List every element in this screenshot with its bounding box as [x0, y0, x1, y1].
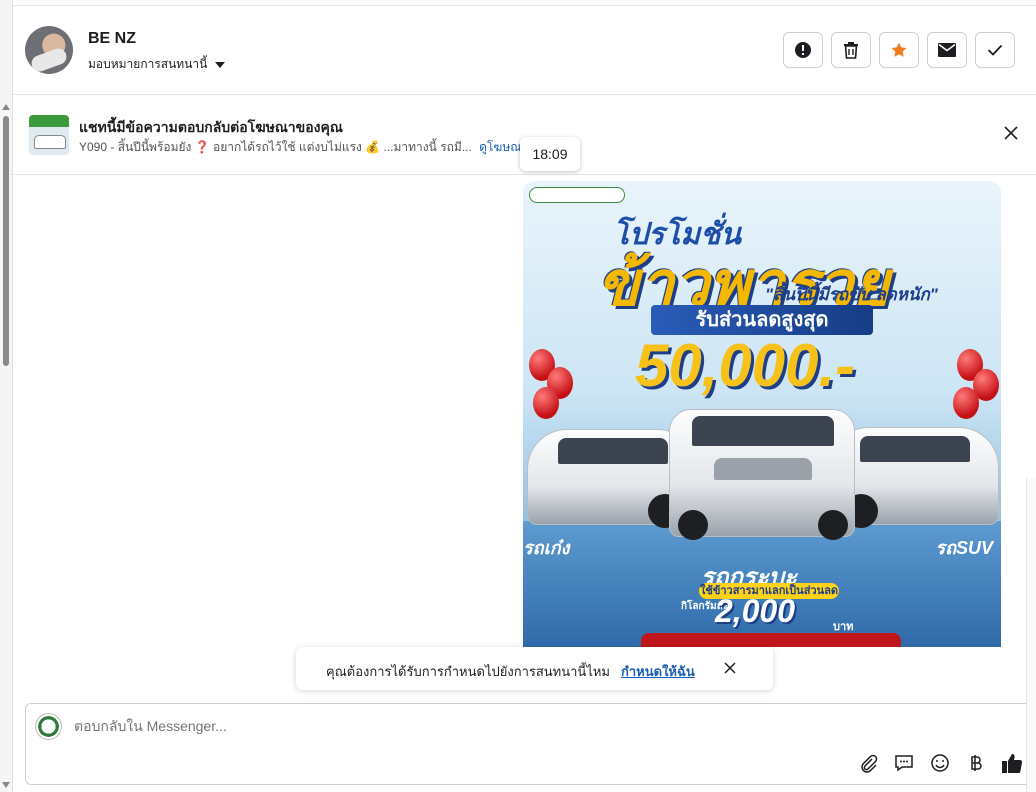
saved-reply-icon — [895, 755, 913, 772]
star-icon — [891, 42, 907, 57]
emoji-icon — [931, 754, 949, 772]
promo-tagline: "สิ้นปีนี้มีรถขับ ลดหนัก" — [765, 285, 938, 304]
check-icon — [987, 44, 1003, 56]
dealer-logo — [529, 187, 625, 203]
close-icon[interactable] — [1004, 126, 1018, 140]
timestamp-tooltip: 18:09 — [520, 137, 580, 171]
caret-down-icon — [215, 61, 226, 68]
close-icon[interactable] — [724, 662, 736, 674]
km-value: 2,000 — [715, 593, 796, 629]
emoji-button[interactable] — [929, 752, 951, 774]
saved-reply-button[interactable] — [893, 752, 915, 774]
ad-snippet: Y090 - สิ้นปีนี้พร้อมยัง ❓ อยากได้รถไว้ใ… — [79, 140, 472, 154]
avatar[interactable] — [25, 26, 73, 74]
toast-text: คุณต้องการได้รับการกำหนดไปยังการสนทนานี้… — [326, 664, 610, 679]
attachment-icon — [861, 754, 878, 773]
like-button[interactable] — [1001, 752, 1023, 774]
report-icon — [795, 42, 811, 58]
assign-prompt-toast: คุณต้องการได้รับการกำหนดไปยังการสนทนานี้… — [296, 647, 773, 690]
promo-date-bar — [641, 633, 901, 647]
delete-button[interactable] — [831, 32, 871, 68]
payment-button[interactable] — [965, 752, 987, 774]
sedan-label: รถเก๋ง — [523, 538, 570, 558]
assign-dropdown[interactable]: มอบหมายการสนทนานี้ — [88, 55, 226, 74]
scroll-thumb[interactable] — [3, 116, 9, 366]
promo-image-message[interactable]: โปรโมชั่น ข้าวพารวย "สิ้นปีนี้มีรถขับ ลด… — [523, 181, 1001, 647]
ad-thumbnail[interactable] — [29, 115, 69, 155]
ad-banner-text: Y090 - สิ้นปีนี้พร้อมยัง ❓ อยากได้รถไว้ใ… — [79, 138, 528, 157]
mark-unread-button[interactable] — [927, 32, 967, 68]
page-avatar — [35, 713, 62, 740]
mark-done-button[interactable] — [975, 32, 1015, 68]
composer-tools — [857, 752, 1023, 774]
scroll-up-arrow-icon[interactable] — [2, 104, 10, 110]
balloon-icon — [953, 387, 979, 419]
reply-input[interactable] — [74, 718, 774, 734]
left-scrollbar[interactable] — [0, 0, 13, 792]
report-button[interactable] — [783, 32, 823, 68]
reply-composer — [25, 703, 1036, 785]
conversation-header: BE NZ มอบหมายการสนทนานี้ — [13, 6, 1036, 95]
ad-banner-title: แชทนี้มีข้อความตอบกลับต่อโฆษณาของคุณ — [79, 119, 343, 135]
trash-icon — [844, 42, 858, 59]
assign-to-me-link[interactable]: กำหนดให้ฉัน — [621, 661, 695, 682]
suv-label: รถSUV — [935, 538, 993, 558]
mail-icon — [938, 43, 956, 57]
thumbs-up-icon — [1002, 754, 1023, 773]
star-button[interactable] — [879, 32, 919, 68]
header-actions — [783, 32, 1015, 68]
assign-label: มอบหมายการสนทนานี้ — [88, 57, 208, 71]
baht-icon — [971, 755, 982, 771]
user-name[interactable]: BE NZ — [88, 30, 136, 48]
pickup-truck — [669, 409, 855, 540]
attach-button[interactable] — [857, 752, 879, 774]
promo-amount: 50,000.- — [635, 332, 856, 399]
right-panel-edge — [1026, 478, 1036, 792]
balloon-icon — [533, 387, 559, 419]
scroll-down-arrow-icon[interactable] — [2, 782, 10, 788]
